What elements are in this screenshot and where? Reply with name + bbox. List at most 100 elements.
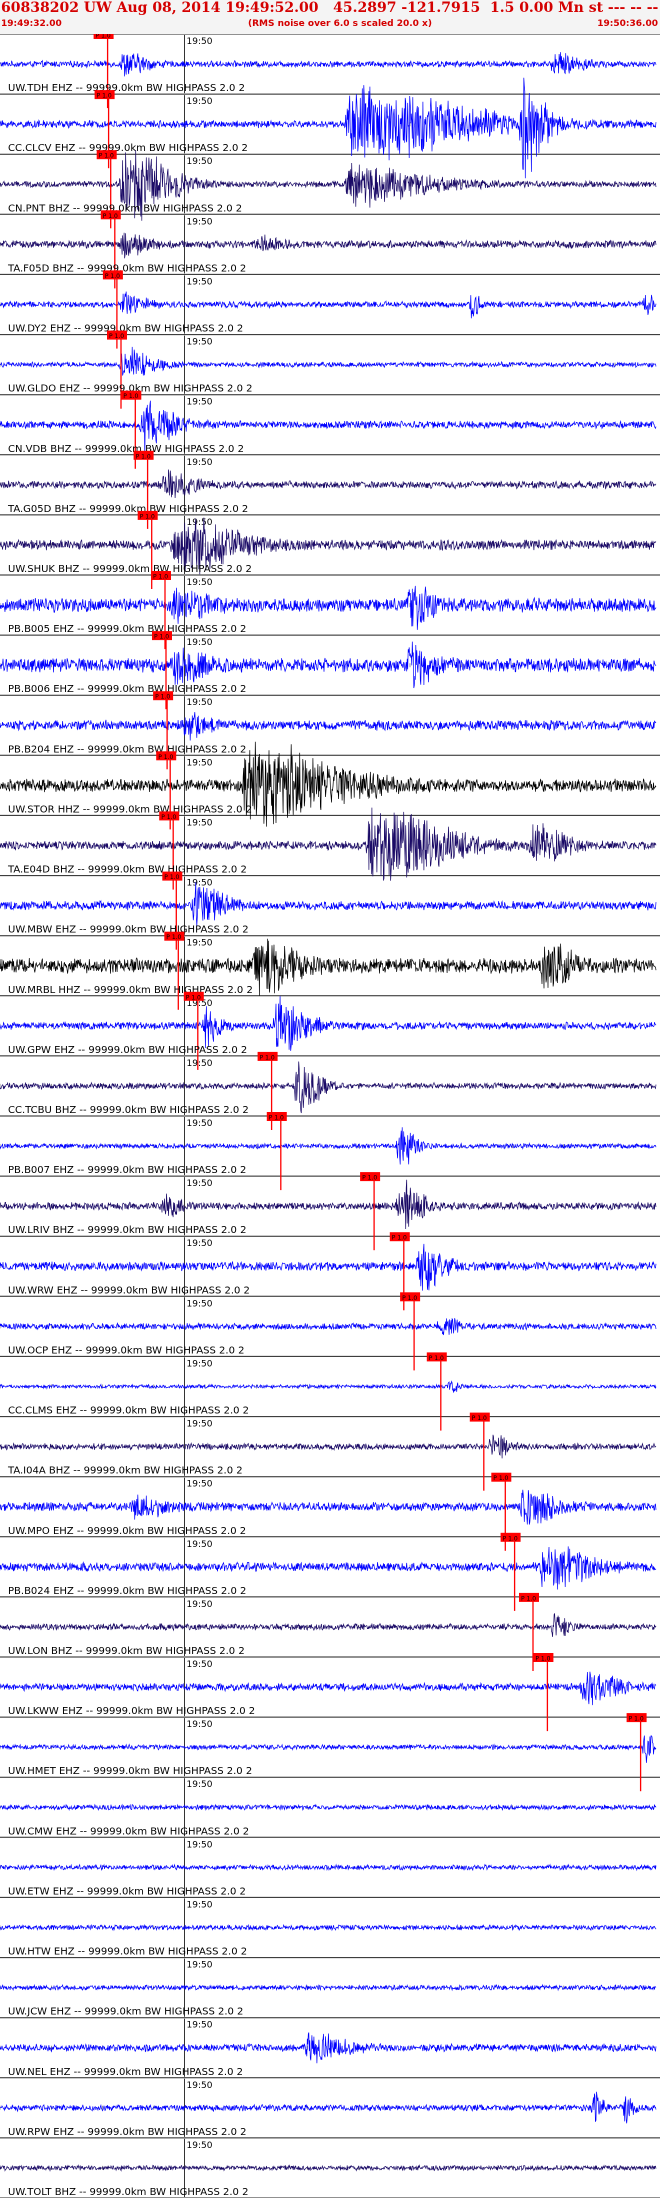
waveform-trace xyxy=(0,2091,657,2124)
minute-tick-label: 19:50 xyxy=(187,277,213,287)
station-label: UW.SHUK BHZ -- 99999.0km BW HIGHPASS 2.0… xyxy=(8,564,252,575)
station-label: TA.I04A BHZ -- 99999.0km BW HIGHPASS 2.0… xyxy=(7,1466,243,1477)
waveform-trace xyxy=(0,2164,657,2172)
pick-label: P 1.0 xyxy=(629,1716,644,1723)
pick-label: P 1.0 xyxy=(493,1475,508,1482)
station-label: PB.B006 EHZ -- 99999.0km BW HIGHPASS 2.0… xyxy=(8,684,246,695)
waveform-trace xyxy=(0,2032,657,2064)
waveform-trace xyxy=(0,996,657,1051)
pick-label: P 1.0 xyxy=(109,333,124,340)
waveform-trace xyxy=(0,232,657,259)
waveform-trace xyxy=(0,1179,657,1230)
pick-label: P 1.0 xyxy=(155,694,170,701)
station-label: PB.B204 EHZ -- 99999.0km BW HIGHPASS 2.0… xyxy=(8,744,246,755)
minute-tick-label: 19:50 xyxy=(187,578,213,588)
waveform-trace xyxy=(0,1863,657,1872)
station-label: UW.CMW EHZ -- 99999.0km BW HIGHPASS 2.0 … xyxy=(8,1826,249,1837)
pick-label: P 1.0 xyxy=(362,1175,377,1182)
waveform-trace xyxy=(0,52,657,77)
pick-label: P 1.0 xyxy=(535,1656,550,1663)
station-label: UW.MBW EHZ -- 99999.0km BW HIGHPASS 2.0 … xyxy=(8,925,249,936)
pick-label: P 1.0 xyxy=(96,34,111,40)
station-label: CC.CLMS EHZ -- 99999.0km BW HIGHPASS 2.0… xyxy=(8,1406,249,1417)
pick-label: P 1.0 xyxy=(521,1595,536,1602)
pick-label: P 1.0 xyxy=(153,574,168,581)
station-label: UW.JCW EHZ -- 99999.0km BW HIGHPASS 2.0 … xyxy=(8,2007,243,2018)
minute-tick-label: 19:50 xyxy=(187,698,213,708)
station-label: UW.MPO EHZ -- 99999.0km BW HIGHPASS 2.0 … xyxy=(8,1526,246,1537)
minute-tick-label: 19:50 xyxy=(187,338,213,348)
station-label: UW.NEL EHZ -- 99999.0km BW HIGHPASS 2.0 … xyxy=(8,2067,243,2078)
pick-label: P 1.0 xyxy=(503,1535,518,1542)
station-label: UW.LON BHZ -- 99999.0km BW HIGHPASS 2.0 … xyxy=(8,1646,245,1657)
header-bar: 60838202 UW Aug 08, 2014 19:49:52.00 45.… xyxy=(0,0,660,34)
station-label: UW.TDH EHZ -- 99999.0km BW HIGHPASS 2.0 … xyxy=(8,83,245,94)
pick-label: P 1.0 xyxy=(472,1415,487,1422)
waveform-trace xyxy=(0,641,657,689)
seismogram-plot: 19:50 P 1.0 UW.TDH EHZ -- 99999.0km BW HIG… xyxy=(0,34,660,2198)
minute-tick-label: 19:50 xyxy=(187,1961,213,1971)
station-label: TA.G05D BHZ -- 99999.0km BW HIGHPASS 2.0… xyxy=(7,504,248,515)
minute-tick-label: 19:50 xyxy=(187,1780,213,1790)
minute-tick-label: 19:50 xyxy=(187,1720,213,1730)
minute-tick-label: 19:50 xyxy=(187,1840,213,1850)
minute-tick-label: 19:50 xyxy=(187,758,213,768)
pick-label: P 1.0 xyxy=(136,453,151,460)
minute-tick-label: 19:50 xyxy=(187,217,213,227)
pick-label: P 1.0 xyxy=(97,93,112,100)
minute-tick-label: 19:50 xyxy=(187,1119,213,1129)
minute-tick-label: 19:50 xyxy=(187,518,213,528)
pick-label: P 1.0 xyxy=(260,1054,275,1061)
station-label: UW.LRIV BHZ -- 99999.0km BW HIGHPASS 2.0… xyxy=(8,1225,246,1236)
minute-tick-label: 19:50 xyxy=(187,2141,213,2151)
pick-label: P 1.0 xyxy=(99,153,114,160)
waveform-trace xyxy=(0,1243,657,1291)
station-label: UW.ETW EHZ -- 99999.0km BW HIGHPASS 2.0 … xyxy=(8,1886,246,1897)
minute-tick-label: 19:50 xyxy=(187,939,213,949)
pick-label: P 1.0 xyxy=(166,934,181,941)
waveform-trace xyxy=(0,712,657,741)
pick-label: P 1.0 xyxy=(105,273,120,280)
waveform-trace xyxy=(0,1380,657,1393)
minute-tick-label: 19:50 xyxy=(187,458,213,468)
station-label: CC.CLCV EHZ -- 99999.0km BW HIGHPASS 2.0… xyxy=(8,143,248,154)
station-label: UW.STOR HHZ -- 99999.0km BW HIGHPASS 2.0… xyxy=(8,804,252,815)
station-label: CN.PNT BHZ -- 99999.0km BW HIGHPASS 2.0 … xyxy=(8,203,242,214)
minute-tick-label: 19:50 xyxy=(187,37,213,47)
minute-tick-label: 19:50 xyxy=(187,1480,213,1490)
pick-label: P 1.0 xyxy=(161,814,176,821)
pick-label: P 1.0 xyxy=(392,1235,407,1242)
waveform-trace xyxy=(0,346,657,376)
waveform-trace xyxy=(0,291,657,319)
minute-tick-label: 19:50 xyxy=(187,2021,213,2031)
station-label: PB.B024 EHZ -- 99999.0km BW HIGHPASS 2.0… xyxy=(8,1586,246,1597)
station-label: PB.B007 EHZ -- 99999.0km BW HIGHPASS 2.0… xyxy=(8,1165,246,1176)
waveform-trace xyxy=(0,1434,657,1459)
waveform-trace xyxy=(0,1127,657,1165)
station-label: UW.OCP EHZ -- 99999.0km BW HIGHPASS 2.0 … xyxy=(8,1345,244,1356)
station-label: CN.VDB BHZ -- 99999.0km BW HIGHPASS 2.0 … xyxy=(8,444,244,455)
pick-label: P 1.0 xyxy=(186,994,201,1001)
pick-label: P 1.0 xyxy=(103,213,118,220)
minute-tick-label: 19:50 xyxy=(187,157,213,167)
waveform-trace xyxy=(0,1735,657,1763)
waveform-trace xyxy=(0,1613,657,1637)
waveform-trace xyxy=(0,1671,657,1706)
minute-tick-label: 19:50 xyxy=(187,638,213,648)
station-label: TA.F05D BHZ -- 99999.0km BW HIGHPASS 2.0… xyxy=(7,263,246,274)
station-label: PB.B005 EHZ -- 99999.0km BW HIGHPASS 2.0… xyxy=(8,624,246,635)
station-label: UW.WRW EHZ -- 99999.0km BW HIGHPASS 2.0 … xyxy=(8,1285,250,1296)
pick-label: P 1.0 xyxy=(269,1115,284,1122)
minute-tick-label: 19:50 xyxy=(187,1059,213,1069)
minute-tick-label: 19:50 xyxy=(187,1900,213,1910)
pick-label: P 1.0 xyxy=(140,513,155,520)
minute-tick-label: 19:50 xyxy=(187,1239,213,1249)
waveform-trace xyxy=(0,1923,657,1932)
minute-tick-label: 19:50 xyxy=(187,1660,213,1670)
pick-label: P 1.0 xyxy=(429,1355,444,1362)
waveform-trace xyxy=(0,1803,657,1812)
waveform-trace xyxy=(0,1489,657,1525)
minute-tick-label: 19:50 xyxy=(187,1299,213,1309)
station-label: UW.TOLT BHZ -- 99999.0km BW HIGHPASS 2.0… xyxy=(8,2187,248,2198)
station-label: TA.E04D BHZ -- 99999.0km BW HIGHPASS 2.0… xyxy=(7,865,247,876)
